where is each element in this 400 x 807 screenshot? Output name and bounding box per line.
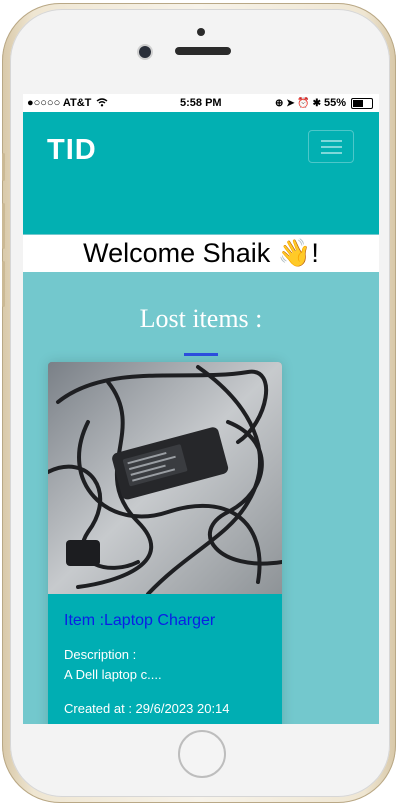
status-time: 5:58 PM bbox=[180, 97, 222, 109]
volume-up-button bbox=[2, 203, 5, 249]
status-right-group: ⊕ ➤ ⏰ ✱ 55% bbox=[275, 97, 373, 109]
item-created-at: Created at : 29/6/2023 20:14 bbox=[64, 701, 230, 716]
hamburger-menu-icon bbox=[321, 140, 342, 142]
battery-icon bbox=[351, 97, 373, 109]
volume-down-button bbox=[2, 261, 5, 307]
proximity-sensor bbox=[197, 28, 205, 36]
navbar: TID bbox=[23, 112, 379, 234]
home-button[interactable] bbox=[178, 730, 226, 778]
item-description: A Dell laptop c.... bbox=[64, 667, 162, 682]
wifi-icon bbox=[97, 98, 108, 107]
status-icons: ⊕ ➤ ⏰ ✱ bbox=[275, 97, 321, 109]
hamburger-menu-button[interactable] bbox=[308, 130, 354, 163]
battery-percent: 55% bbox=[323, 97, 346, 109]
brand-logo[interactable]: TID bbox=[47, 134, 97, 167]
carrier: ●○○○○ AT&T bbox=[27, 97, 92, 109]
item-description-label: Description : bbox=[64, 647, 137, 662]
section-title: Lost items : bbox=[139, 304, 263, 333]
item-photo bbox=[48, 362, 282, 594]
status-carrier-group: ●○○○○ AT&T bbox=[27, 97, 108, 109]
item-title[interactable]: Item :Laptop Charger bbox=[64, 612, 215, 630]
status-bar: ●○○○○ AT&T 5:58 PM ⊕ ➤ ⏰ ✱ 55% bbox=[23, 94, 379, 112]
mute-switch bbox=[2, 153, 5, 181]
hamburger-line bbox=[321, 146, 342, 148]
earpiece-speaker bbox=[175, 47, 231, 55]
item-card[interactable]: Item :Laptop Charger Description : A Del… bbox=[48, 362, 282, 724]
welcome-banner: Welcome Shaik 👋! bbox=[23, 235, 379, 272]
title-underline bbox=[184, 353, 218, 356]
front-camera bbox=[139, 46, 151, 58]
screen: ●○○○○ AT&T 5:58 PM ⊕ ➤ ⏰ ✱ 55% TID Welco… bbox=[23, 94, 379, 724]
hamburger-line bbox=[321, 152, 342, 154]
